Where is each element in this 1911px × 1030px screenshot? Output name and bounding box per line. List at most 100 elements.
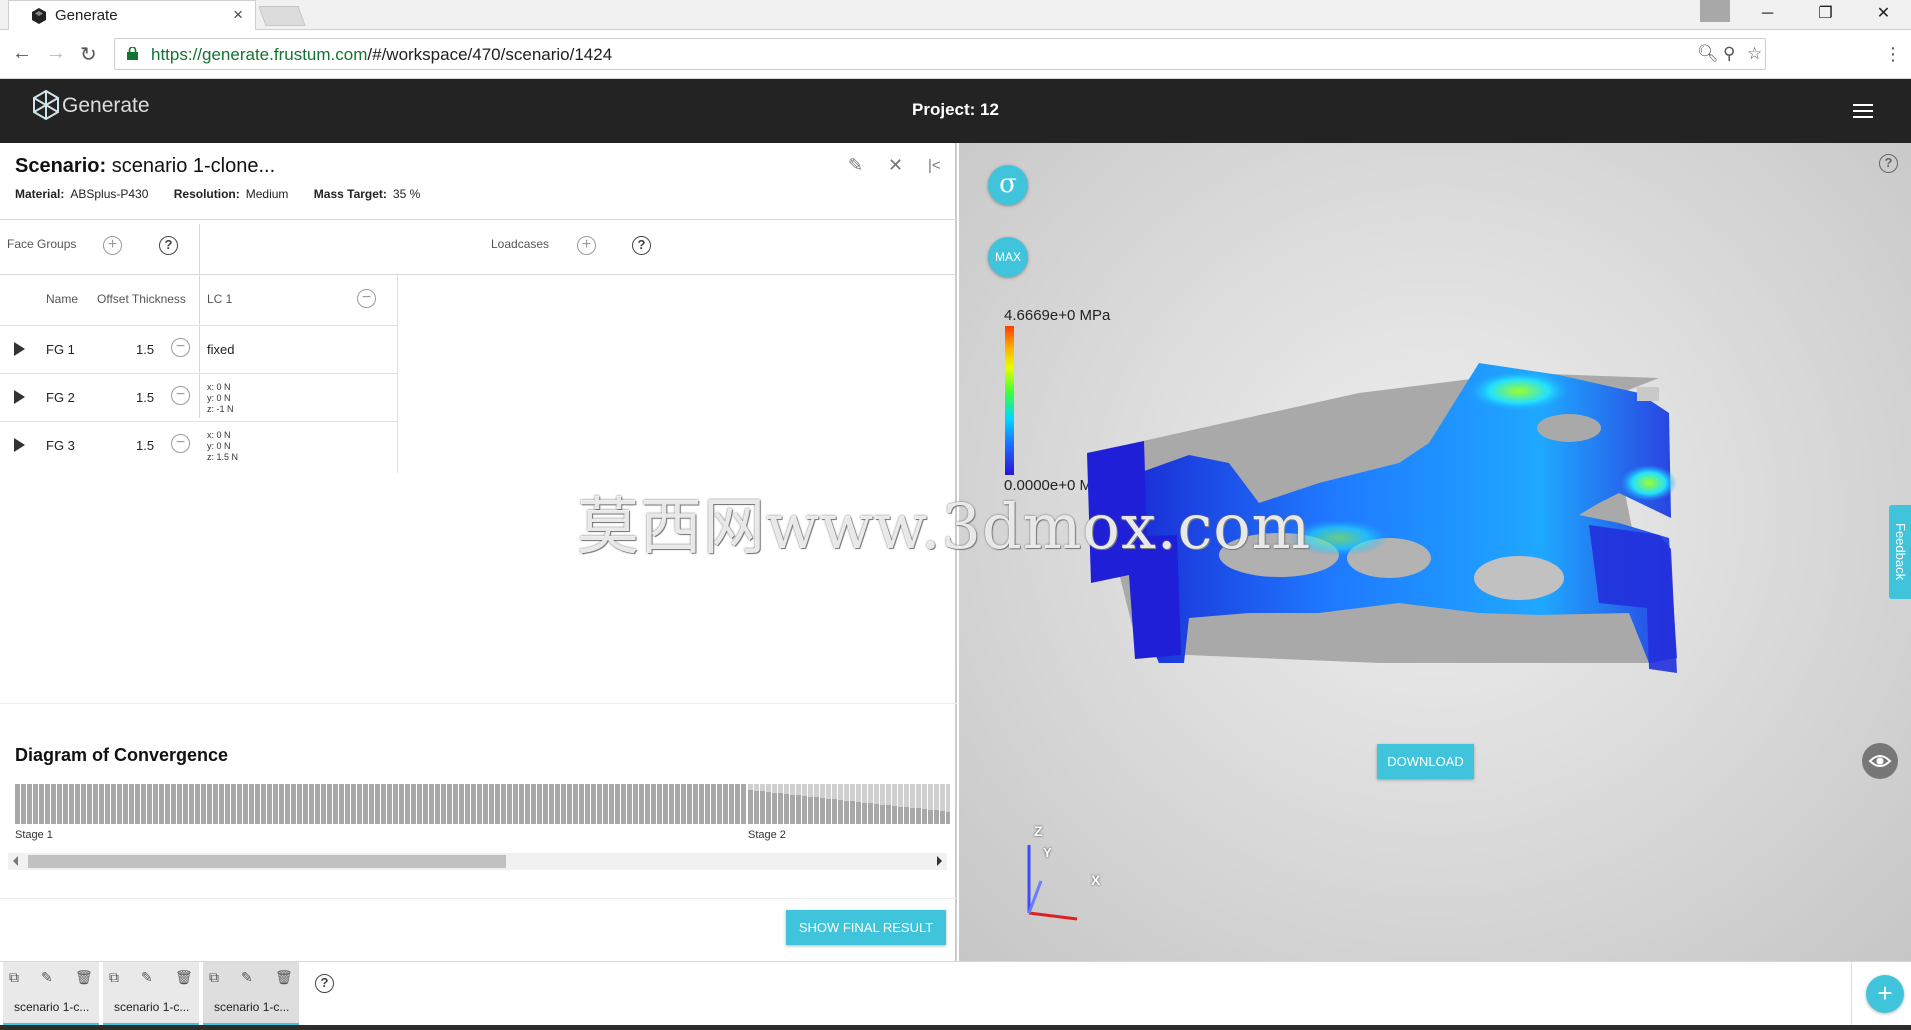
scroll-left-icon[interactable]	[13, 856, 18, 866]
convergence-bar	[946, 812, 950, 824]
convergence-bar	[183, 784, 188, 824]
show-final-result-button[interactable]: SHOW FINAL RESULT	[786, 910, 946, 945]
scenario-title: Scenario: scenario 1-clone...	[15, 155, 276, 177]
scenario-card[interactable]: ⧉ ✎ 🗑︎ scenario 1-c...	[3, 962, 99, 1026]
add-loadcase-button[interactable]: +	[577, 236, 596, 255]
app-header: Generate Project: 12	[0, 79, 1911, 143]
row-load-vector[interactable]: x: 0 Ny: 0 Nz: -1 N	[207, 382, 234, 415]
scenario-card[interactable]: ⧉ ✎ 🗑︎ scenario 1-c...	[103, 962, 199, 1026]
table-row[interactable]: FG 3 1.5 − x: 0 Ny: 0 Nz: 1.5 N	[0, 421, 398, 469]
edit-pencil-icon[interactable]: ✎	[848, 155, 863, 176]
row-thickness[interactable]: 1.5	[136, 438, 154, 453]
face-groups-label: Face Groups	[7, 237, 77, 251]
url-field[interactable]: https://generate.frustum.com/#/workspace…	[114, 38, 1766, 70]
close-panel-icon[interactable]: ✕	[888, 155, 903, 176]
clone-icon[interactable]: ⧉	[209, 969, 219, 986]
convergence-bar	[729, 784, 734, 824]
convergence-bar	[579, 784, 584, 824]
delete-trash-icon[interactable]: 🗑︎	[75, 969, 93, 986]
zoom-icon[interactable]: 🔍︎	[1697, 44, 1719, 64]
scrollbar-thumb[interactable]	[28, 855, 506, 868]
feedback-tab[interactable]: Feedback	[1889, 505, 1911, 599]
user-profile-icon[interactable]	[1700, 0, 1730, 22]
minimize-icon[interactable]: ─	[1740, 0, 1795, 30]
add-scenario-button[interactable]: +	[1866, 975, 1904, 1013]
expand-arrow-icon[interactable]	[14, 390, 25, 404]
convergence-bar	[441, 784, 446, 824]
bookmark-star-icon[interactable]: ☆	[1747, 44, 1762, 64]
window-close-icon[interactable]: ✕	[1856, 0, 1911, 30]
delete-trash-icon[interactable]: 🗑︎	[175, 969, 193, 986]
face-groups-help-icon[interactable]: ?	[159, 236, 178, 255]
clone-icon[interactable]: ⧉	[9, 969, 19, 986]
convergence-bar	[754, 791, 759, 824]
edit-pencil-icon[interactable]: ✎	[41, 969, 53, 986]
convergence-bar	[669, 784, 674, 824]
convergence-bar	[201, 784, 206, 824]
convergence-bar	[555, 784, 560, 824]
convergence-bar	[850, 801, 855, 824]
add-face-group-button[interactable]: +	[103, 236, 122, 255]
convergence-bar	[363, 784, 368, 824]
remove-loadcase-button[interactable]: −	[357, 289, 376, 308]
table-row[interactable]: FG 2 1.5 − x: 0 Ny: 0 Nz: -1 N	[0, 373, 398, 421]
convergence-bar	[802, 796, 807, 824]
row-thickness[interactable]: 1.5	[136, 342, 154, 357]
loadcases-help-icon[interactable]: ?	[632, 236, 651, 255]
browser-menu-icon[interactable]: ⋮	[1884, 44, 1902, 65]
collapse-panel-icon[interactable]: |<	[928, 157, 941, 174]
convergence-bar	[375, 784, 380, 824]
download-button[interactable]: DOWNLOAD	[1377, 744, 1474, 779]
forward-arrow-icon[interactable]: →	[46, 42, 66, 65]
table-row[interactable]: FG 1 1.5 − fixed	[0, 325, 398, 373]
browser-tab[interactable]: Generate ×	[8, 0, 256, 31]
convergence-bar	[723, 784, 728, 824]
convergence-bar	[705, 784, 710, 824]
remove-face-group-button[interactable]: −	[171, 338, 190, 357]
convergence-bar	[387, 784, 392, 824]
convergence-bar	[657, 784, 662, 824]
row-load[interactable]: fixed	[207, 342, 234, 357]
remove-face-group-button[interactable]: −	[171, 386, 190, 405]
row-thickness[interactable]: 1.5	[136, 390, 154, 405]
convergence-bar	[129, 784, 134, 824]
scenario-card-active[interactable]: ⧉ ✎ 🗑︎ scenario 1-c...	[203, 962, 299, 1026]
expand-arrow-icon[interactable]	[14, 342, 25, 356]
tab-close-icon[interactable]: ×	[233, 5, 243, 25]
hamburger-menu-icon[interactable]	[1853, 104, 1873, 118]
delete-trash-icon[interactable]: 🗑︎	[275, 969, 293, 986]
visibility-eye-icon[interactable]	[1862, 743, 1898, 779]
clone-icon[interactable]: ⧉	[109, 969, 119, 986]
axis-y-label: Y	[1043, 845, 1052, 860]
convergence-bar	[687, 784, 692, 824]
convergence-bar	[111, 784, 116, 824]
convergence-bar	[561, 784, 566, 824]
remove-face-group-button[interactable]: −	[171, 434, 190, 453]
scroll-right-icon[interactable]	[937, 856, 942, 866]
convergence-bar	[105, 784, 110, 824]
convergence-bar	[273, 784, 278, 824]
new-tab-button[interactable]	[258, 6, 306, 26]
convergence-bar	[778, 793, 783, 824]
row-load-vector[interactable]: x: 0 Ny: 0 Nz: 1.5 N	[207, 430, 238, 463]
3d-viewport[interactable]: ? σ MAX 4.6669e+0 MPa 0.0000e+0 MPa Feed…	[959, 143, 1911, 961]
convergence-bar	[892, 806, 897, 824]
convergence-bar	[147, 784, 152, 824]
scenarios-help-icon[interactable]: ?	[315, 974, 334, 993]
convergence-bar	[760, 791, 765, 824]
edit-pencil-icon[interactable]: ✎	[241, 969, 253, 986]
pin-icon[interactable]: ⚲	[1723, 44, 1735, 64]
convergence-bar	[477, 784, 482, 824]
convergence-bar	[57, 784, 62, 824]
expand-arrow-icon[interactable]	[14, 438, 25, 452]
convergence-bar	[651, 784, 656, 824]
convergence-bar	[447, 784, 452, 824]
convergence-bar	[543, 784, 548, 824]
edit-pencil-icon[interactable]: ✎	[141, 969, 153, 986]
convergence-scrollbar[interactable]	[8, 853, 947, 870]
back-arrow-icon[interactable]: ←	[12, 42, 32, 65]
scenario-meta: Material: ABSplus-P430 Resolution: Medium …	[15, 187, 421, 201]
convergence-bar	[237, 784, 242, 824]
restore-icon[interactable]: ❐	[1798, 0, 1853, 30]
reload-icon[interactable]: ↻	[80, 42, 97, 67]
